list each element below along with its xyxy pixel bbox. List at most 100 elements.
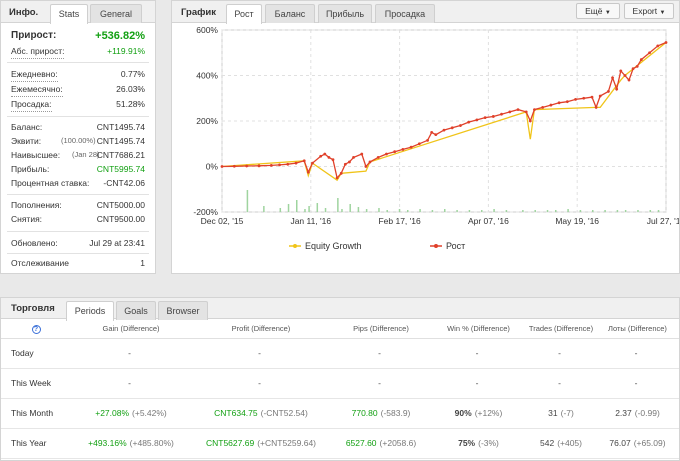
legend-equity-label: Equity Growth bbox=[305, 241, 362, 251]
growth-point bbox=[664, 41, 668, 44]
volume-bar bbox=[378, 208, 380, 212]
interest-label: Процентная ставка: bbox=[11, 178, 90, 188]
info-tabbar: Инфо. Stats General bbox=[1, 1, 155, 24]
growth-point bbox=[426, 138, 429, 142]
volume-bar bbox=[649, 210, 652, 212]
table-row: This Year +493.16% (+485.80%) CNT5627.69 (+C… bbox=[1, 428, 679, 459]
growth-point bbox=[565, 100, 569, 104]
updated-label: Обновлено: bbox=[11, 238, 58, 248]
table-cell: 76.07 (+65.09) bbox=[596, 428, 679, 459]
daily-row: Ежедневно: 0.77% bbox=[11, 67, 145, 82]
x-tick-label: May 19, '16 bbox=[555, 216, 599, 226]
x-tick-label: Feb 17, '16 bbox=[378, 216, 421, 226]
volume-bar bbox=[431, 210, 434, 212]
table-cell: - bbox=[71, 338, 191, 369]
period-label: This Month bbox=[1, 398, 71, 429]
volume-bar bbox=[279, 208, 282, 212]
tab-periods[interactable]: Periods bbox=[66, 301, 114, 321]
growth-point bbox=[278, 163, 281, 167]
growth-point bbox=[286, 162, 290, 166]
tab-browser[interactable]: Browser bbox=[158, 301, 208, 320]
volume-bar bbox=[468, 210, 471, 212]
growth-point bbox=[631, 67, 635, 71]
tab-growth[interactable]: Рост bbox=[226, 4, 262, 24]
growth-point bbox=[368, 160, 372, 164]
tab-general[interactable]: General bbox=[90, 4, 142, 23]
growth-point bbox=[232, 164, 236, 168]
table-cell: - bbox=[431, 368, 526, 399]
volume-bar bbox=[337, 198, 339, 212]
x-tick-label: Jan 11, '16 bbox=[290, 216, 331, 226]
deposits-value: CNT5000.00 bbox=[96, 200, 145, 210]
cell-value: - bbox=[258, 348, 261, 358]
balance-label: Баланс: bbox=[11, 122, 43, 132]
updated-value: Jul 29 at 23:41 bbox=[89, 238, 145, 248]
tab-stats[interactable]: Stats bbox=[50, 4, 88, 24]
growth-point bbox=[656, 44, 660, 48]
growth-point bbox=[376, 156, 380, 159]
growth-chart[interactable]: 600%400%200%0%-200%Dec 02, '15 Jan 11, '1… bbox=[172, 23, 679, 273]
growth-point bbox=[557, 101, 561, 105]
table-row: Today - - - - - - bbox=[1, 338, 679, 369]
abs-gain-label[interactable]: Абс. прирост: bbox=[11, 44, 65, 59]
growth-point bbox=[475, 118, 479, 122]
volume-bar bbox=[246, 190, 249, 212]
info-panel: Инфо. Stats General Прирост: +536.82% Аб… bbox=[0, 0, 156, 274]
growth-point bbox=[430, 130, 434, 134]
growth-point bbox=[459, 124, 462, 127]
growth-point bbox=[327, 156, 331, 159]
col-header-trades: Trades (Difference) bbox=[526, 320, 596, 339]
period-label: Today bbox=[1, 338, 71, 369]
tab-balance[interactable]: Баланс bbox=[265, 4, 315, 23]
tab-profit[interactable]: Прибыль bbox=[318, 4, 372, 23]
tab-drawdown[interactable]: Просадка bbox=[375, 4, 435, 23]
growth-point bbox=[516, 108, 520, 112]
growth-point bbox=[434, 133, 438, 137]
export-button[interactable]: Export ▼ bbox=[624, 3, 674, 19]
chevron-down-icon: ▼ bbox=[604, 10, 611, 16]
volume-bar bbox=[296, 200, 298, 212]
growth-point bbox=[348, 160, 351, 164]
table-row: This Week - - - - - - bbox=[1, 368, 679, 399]
growth-point bbox=[352, 156, 355, 159]
growth-point bbox=[323, 152, 327, 156]
growth-point bbox=[450, 126, 454, 130]
cell-value: CNT5627.69 bbox=[205, 438, 255, 448]
growth-point bbox=[549, 103, 553, 107]
tracking-label: Отслеживание bbox=[11, 258, 70, 268]
drawdown-label[interactable]: Просадка: bbox=[11, 97, 52, 112]
daily-label[interactable]: Ежедневно: bbox=[11, 67, 58, 82]
cell-difference: (-3%) bbox=[478, 438, 499, 448]
info-icon[interactable]: ? bbox=[31, 324, 41, 334]
table-cell: - bbox=[71, 368, 191, 399]
x-tick-label: Dec 02, '15 bbox=[201, 216, 244, 226]
divider bbox=[7, 116, 149, 117]
table-cell: +493.16% (+485.80%) bbox=[71, 428, 191, 459]
col-header-profit: Profit (Difference) bbox=[191, 320, 331, 339]
highest-row: Наивысшее: (Jan 28) CNT7686.21 bbox=[11, 148, 145, 162]
table-cell: +27.08% (+5.42%) bbox=[71, 398, 191, 429]
profit-label: Прибыль: bbox=[11, 164, 50, 174]
tab-goals[interactable]: Goals bbox=[116, 301, 156, 320]
volume-bar bbox=[398, 209, 401, 212]
growth-point bbox=[311, 161, 314, 165]
volume-bar bbox=[316, 203, 319, 212]
chart-tabbar: График Рост Баланс Прибыль Просадка Ещё … bbox=[172, 1, 679, 24]
table-cell: - bbox=[596, 338, 679, 369]
table-cell: 2.37 (-0.99) bbox=[596, 398, 679, 429]
volume-bar bbox=[386, 210, 388, 212]
monthly-label[interactable]: Ежемесячно: bbox=[11, 82, 63, 97]
highest-value: CNT7686.21 bbox=[96, 150, 145, 160]
col-header-win: Win % (Difference) bbox=[431, 320, 526, 339]
growth-point bbox=[294, 161, 298, 165]
growth-point bbox=[269, 163, 273, 167]
growth-point bbox=[319, 154, 323, 158]
more-button[interactable]: Ещё ▼ bbox=[576, 3, 620, 19]
cell-difference: (+CNT5259.64) bbox=[257, 438, 317, 448]
gain-label: Прирост: bbox=[11, 30, 57, 41]
growth-point bbox=[541, 105, 545, 109]
growth-point bbox=[508, 110, 512, 114]
table-cell: CNT634.75 (-CNT52.54) bbox=[191, 398, 331, 429]
volume-bar bbox=[419, 209, 421, 212]
divider bbox=[7, 231, 149, 232]
